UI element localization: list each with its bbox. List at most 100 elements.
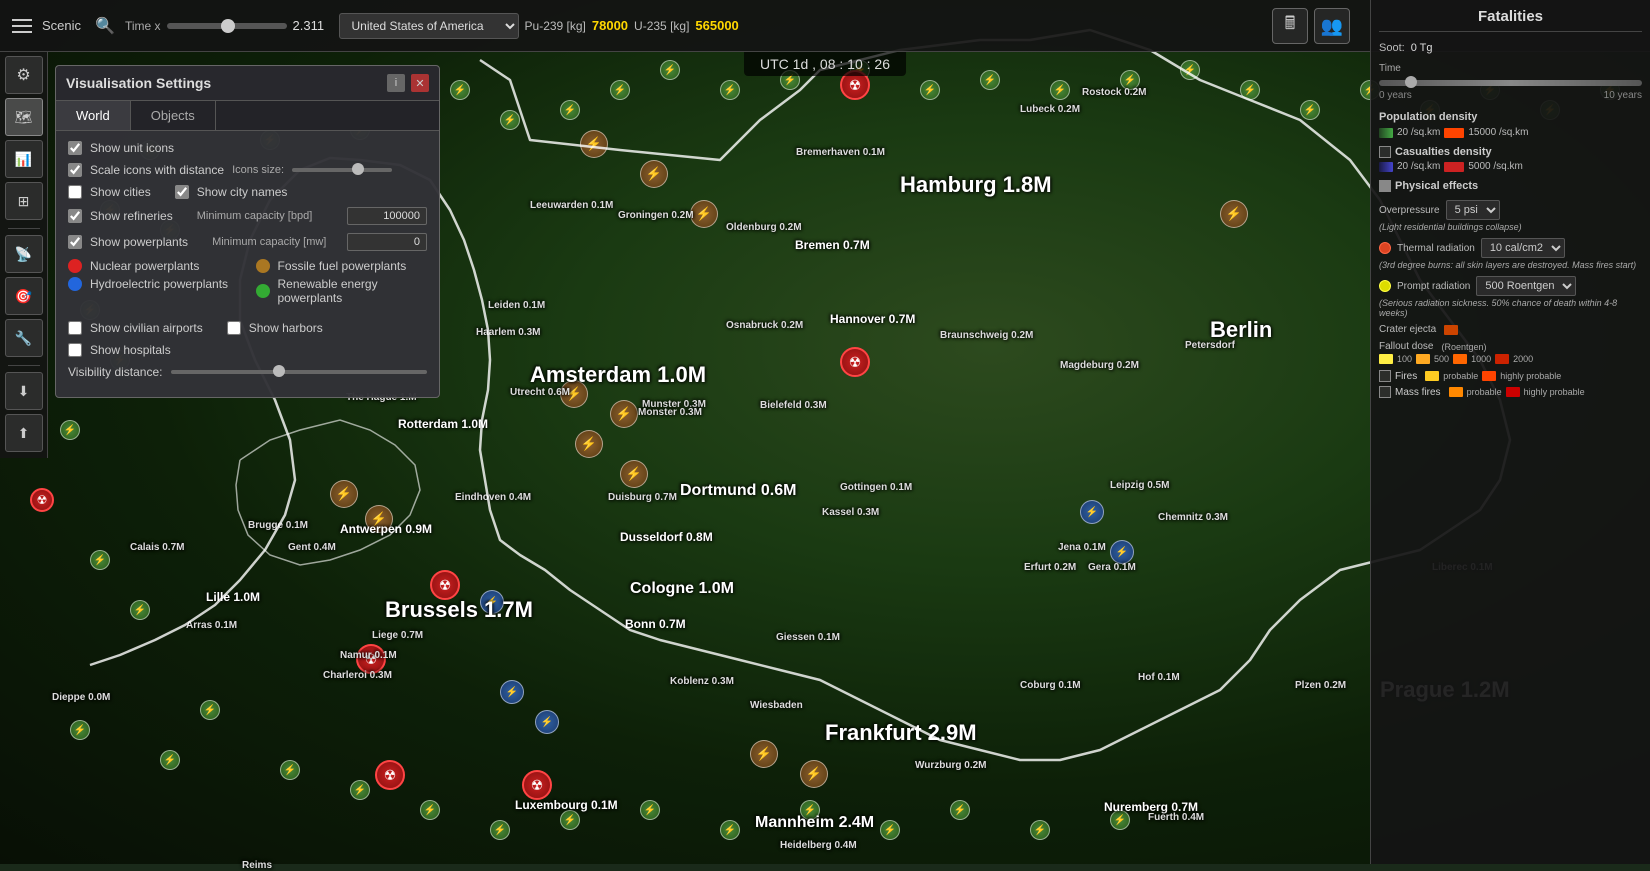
show-airports-checkbox[interactable] (68, 321, 82, 335)
time-range-slider[interactable] (1379, 80, 1642, 86)
show-harbors-checkbox[interactable] (227, 321, 241, 335)
show-city-names-label: Show city names (197, 185, 288, 199)
layers-button[interactable]: 🗺 (5, 98, 43, 136)
visibility-slider[interactable] (171, 370, 428, 374)
prompt-label: Prompt radiation (1397, 281, 1470, 292)
show-cities-checkbox[interactable] (68, 185, 82, 199)
tools-button[interactable]: 🔧 (5, 319, 43, 357)
tab-world[interactable]: World (56, 101, 131, 130)
fossil-fuel-icon: ⚡ (1220, 200, 1248, 228)
fallout-colors-row: 100 500 1000 2000 (1379, 354, 1642, 364)
power-icon: ⚡ (800, 800, 820, 820)
power-icon: ⚡ (60, 420, 80, 440)
show-harbors-label: Show harbors (249, 321, 323, 335)
power-icon: ⚡ (950, 800, 970, 820)
physical-effects-checkbox[interactable] (1379, 180, 1391, 192)
fossil-fuel-icon: ⚡ (560, 380, 588, 408)
tab-objects[interactable]: Objects (131, 101, 216, 130)
soot-value: 0 Tg (1411, 42, 1433, 54)
people-icon-btn[interactable]: 👥 (1314, 8, 1350, 44)
show-unit-icons-checkbox[interactable] (68, 141, 82, 155)
pp-col-right: Fossile fuel powerplants Renewable energ… (256, 259, 428, 313)
hydro-label: Hydroelectric powerplants (90, 277, 228, 291)
nuclear-label: Nuclear powerplants (90, 259, 199, 273)
prompt-select[interactable]: 500 Roentgen (1476, 276, 1576, 296)
scale-icons-checkbox[interactable] (68, 163, 82, 177)
hospitals-row: Show hospitals (68, 343, 427, 357)
slider-left: 0 years (1379, 90, 1412, 101)
upload-button[interactable]: ⬆ (5, 414, 43, 452)
show-powerplants-checkbox[interactable] (68, 235, 82, 249)
fallout-2000: 2000 (1513, 354, 1533, 364)
settings-button[interactable]: ⚙ (5, 56, 43, 94)
power-icon: ⚡ (640, 800, 660, 820)
visualisation-settings-panel: Visualisation Settings i ✕ World Objects… (55, 65, 440, 398)
refineries-row: Show refineries Minimum capacity [bpd] (68, 207, 427, 225)
overpressure-row: Overpressure 5 psi (1379, 200, 1642, 220)
power-icon: ⚡ (500, 110, 520, 130)
overpressure-select[interactable]: 5 psi (1446, 200, 1500, 220)
cas-low: 20 /sq.km (1397, 161, 1440, 172)
pop-density-gradient (1379, 128, 1393, 138)
download-button[interactable]: ⬇ (5, 372, 43, 410)
fossil-fuel-icon: ⚡ (620, 460, 648, 488)
power-icon: ⚡ (720, 80, 740, 100)
scale-icons-row: Scale icons with distance Icons size: (68, 163, 427, 177)
fires-section: Fires probable highly probable (1379, 370, 1642, 382)
fires-checkbox[interactable] (1379, 370, 1391, 382)
power-icon: ⚡ (720, 820, 740, 840)
info-button[interactable]: i (387, 74, 405, 92)
power-icon: ⚡ (1030, 820, 1050, 840)
airports-harbors-row: Show civilian airports Show harbors (68, 321, 427, 335)
close-button[interactable]: ✕ (411, 74, 429, 92)
pop-density-title: Population density (1379, 111, 1642, 123)
hydro-icon: ⚡ (535, 710, 559, 734)
chart-button[interactable]: 📊 (5, 140, 43, 178)
fossil-label: Fossile fuel powerplants (278, 259, 407, 273)
fallout-1000: 1000 (1471, 354, 1491, 364)
mass-fires-checkbox[interactable] (1379, 386, 1391, 398)
fossil-fuel-icon: ⚡ (610, 400, 638, 428)
casualties-checkbox[interactable] (1379, 146, 1391, 158)
show-unit-icons-row: Show unit icons (68, 141, 427, 155)
power-icon: ⚡ (980, 70, 1000, 90)
nuclear-row: Nuclear powerplants (68, 259, 240, 273)
time-slider[interactable] (167, 23, 287, 29)
target-button[interactable]: 🎯 (5, 277, 43, 315)
min-cap-bpd-input[interactable] (347, 207, 427, 225)
fossil-fuel-icon: ⚡ (580, 130, 608, 158)
hydro-icon: ⚡ (500, 680, 524, 704)
grid-button[interactable]: ⊞ (5, 182, 43, 220)
fallout-100: 100 (1397, 354, 1412, 364)
pop-density-high-box (1444, 128, 1464, 138)
show-refineries-checkbox[interactable] (68, 209, 82, 223)
icons-size-slider[interactable] (292, 168, 392, 172)
top-right-icons: 🖩 👥 (1272, 8, 1350, 44)
renewable-row: Renewable energy powerplants (256, 277, 428, 305)
fallout-500: 500 (1434, 354, 1449, 364)
thermal-row: Thermal radiation 10 cal/cm2 (1379, 238, 1642, 258)
prompt-note: (Serious radiation sickness. 50% chance … (1379, 298, 1642, 318)
power-icon: ⚡ (420, 800, 440, 820)
scale-icons-label: Scale icons with distance (90, 163, 224, 177)
show-city-names-checkbox[interactable] (175, 185, 189, 199)
calculator-icon-btn[interactable]: 🖩 (1272, 8, 1308, 44)
divider (8, 365, 40, 366)
tower-button[interactable]: 📡 (5, 235, 43, 273)
cas-high-box (1444, 162, 1464, 172)
hamburger-menu[interactable] (8, 12, 36, 40)
thermal-select[interactable]: 10 cal/cm2 (1481, 238, 1565, 258)
crater-label: Crater ejecta (1379, 324, 1436, 335)
powerplant-types: Nuclear powerplants Hydroelectric powerp… (68, 259, 427, 313)
power-icon: ⚡ (1120, 70, 1140, 90)
min-cap-mw-input[interactable] (347, 233, 427, 251)
power-icon: ⚡ (1300, 100, 1320, 120)
hydro-row: Hydroelectric powerplants (68, 277, 240, 291)
fires-label: Fires (1395, 371, 1417, 382)
show-hospitals-checkbox[interactable] (68, 343, 82, 357)
country-selector[interactable]: United States of America (339, 13, 519, 39)
fallout-100-box (1379, 354, 1393, 364)
search-button[interactable]: 🔍 (91, 12, 119, 40)
time-control: Time x 2.311 (125, 18, 333, 33)
time-multiplier: 2.311 (293, 18, 333, 33)
